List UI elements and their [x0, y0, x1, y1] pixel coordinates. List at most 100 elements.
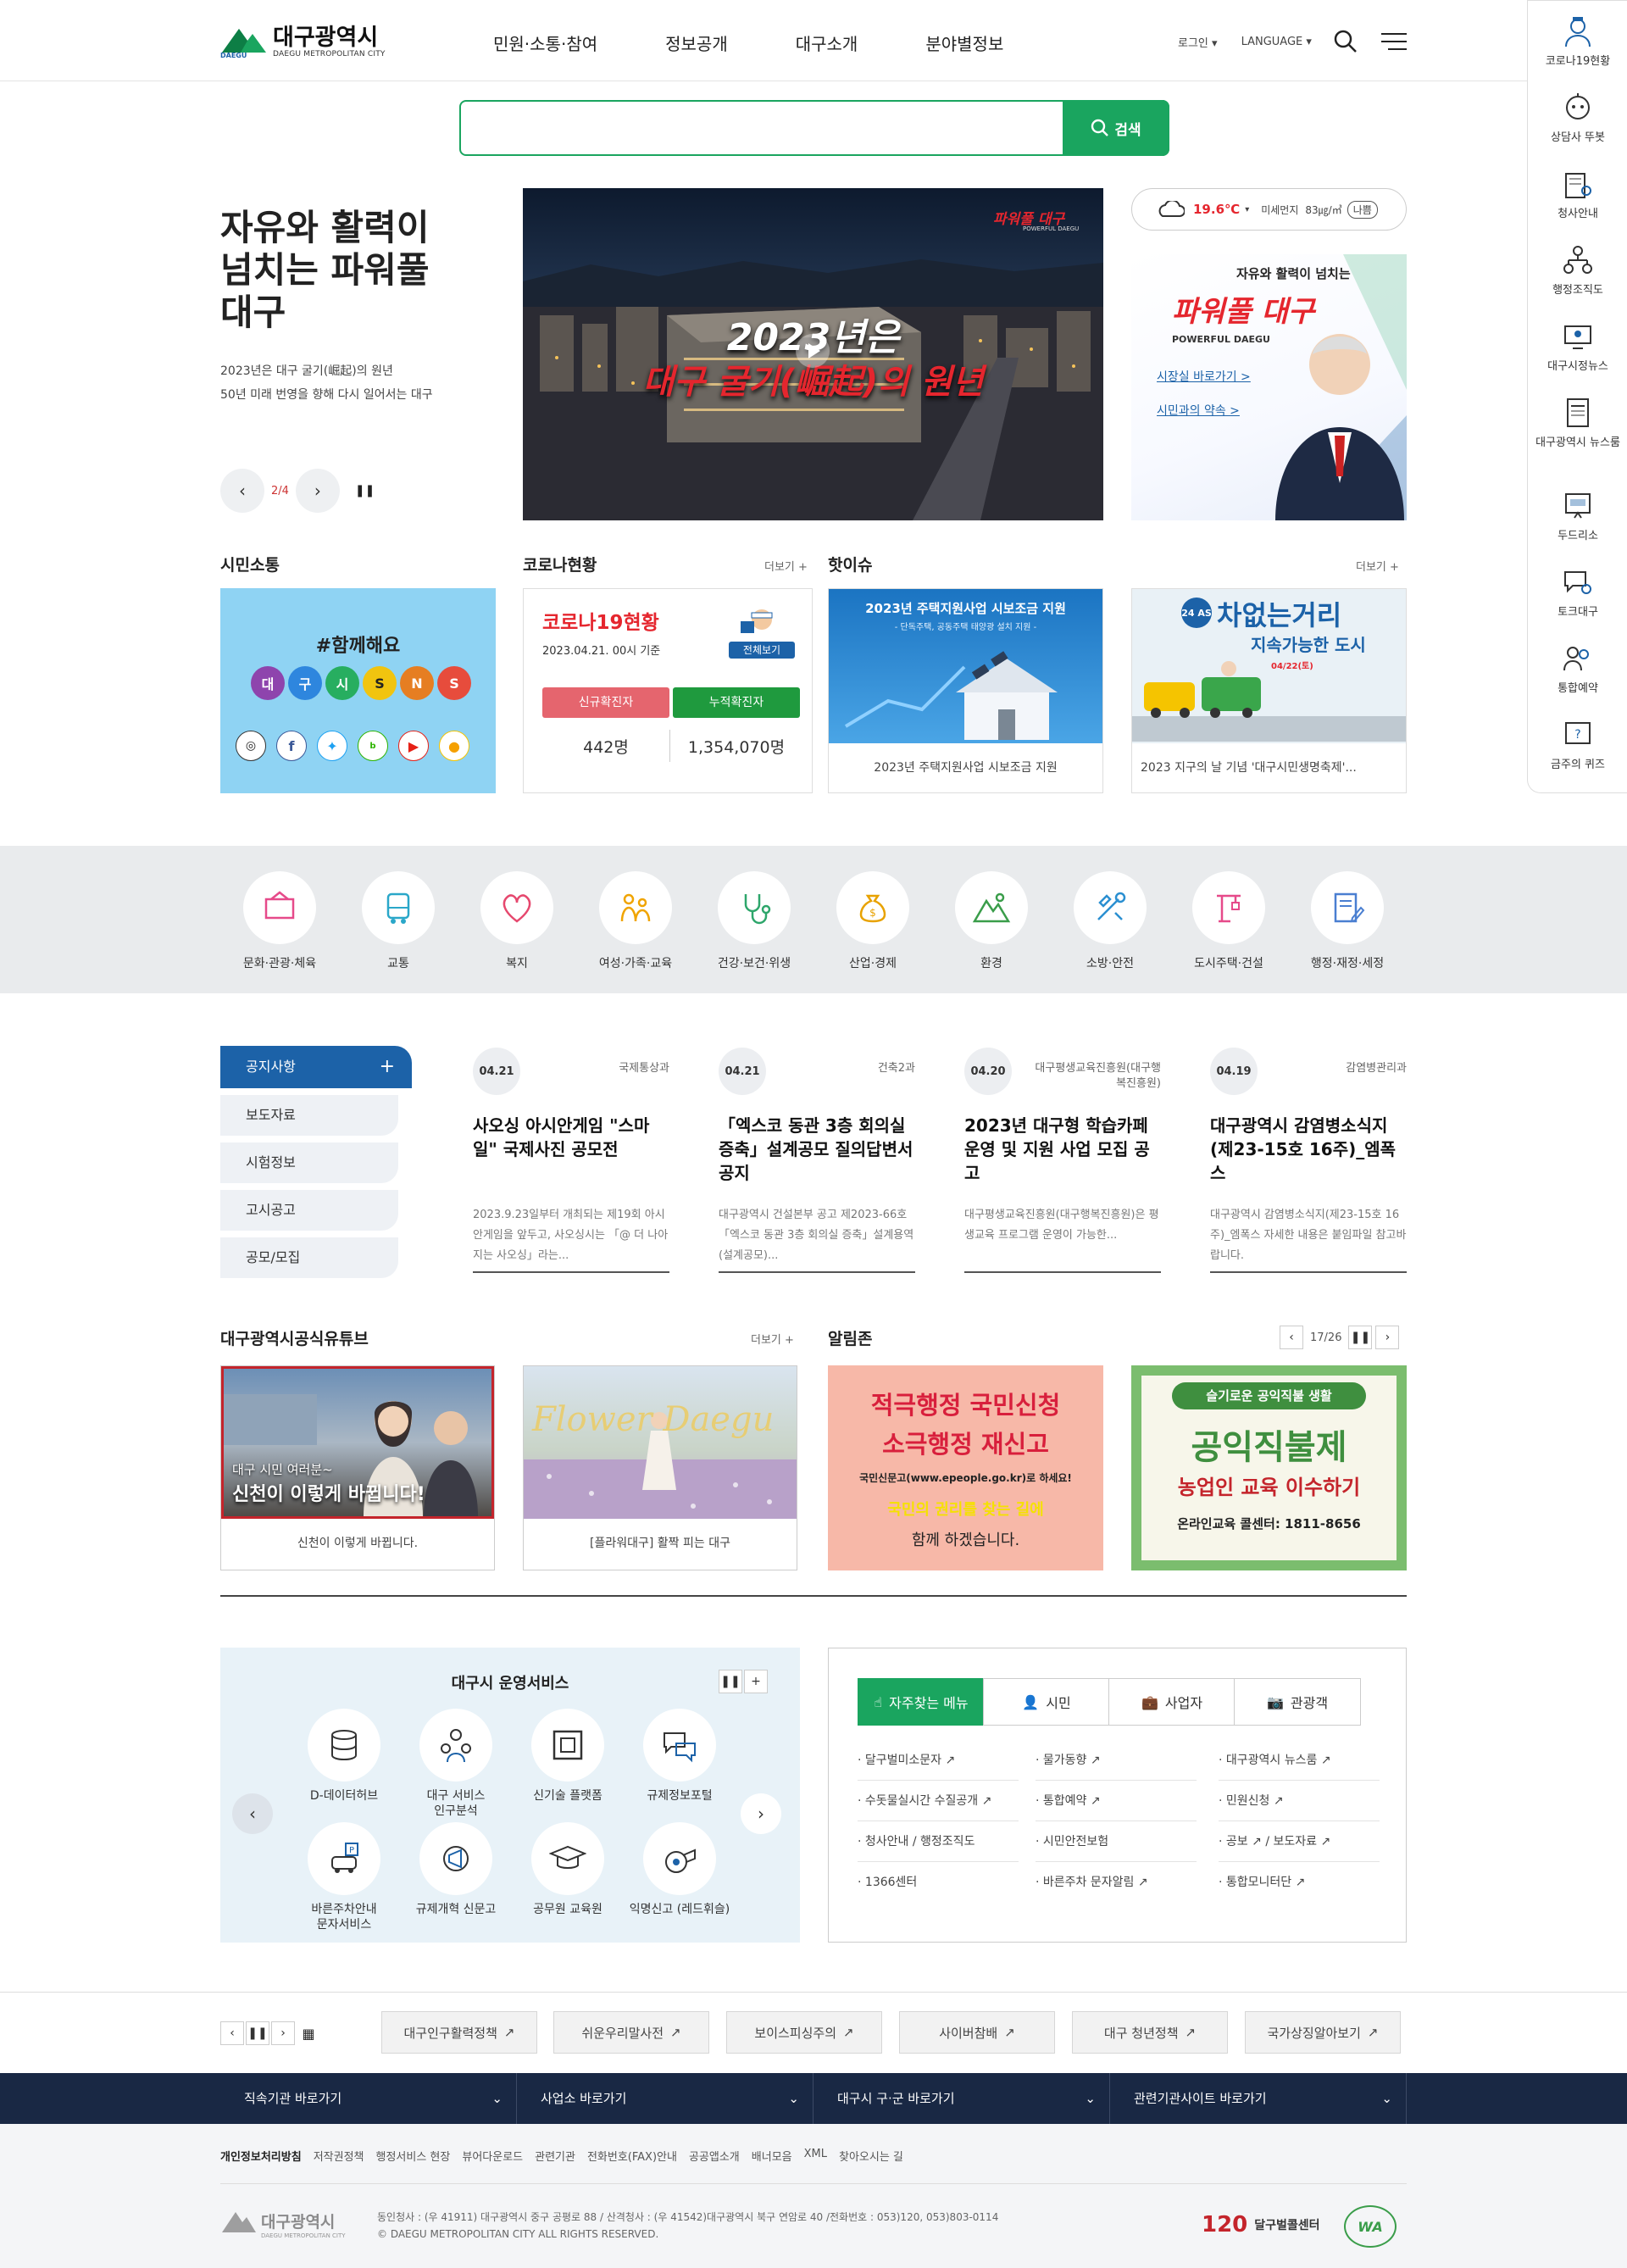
facebook-icon[interactable]: f	[276, 731, 307, 761]
ops-item[interactable]: 규제개혁 신문고	[405, 1822, 507, 1917]
notice-item[interactable]: 04.21 국제통상과 사오싱 아시안게임 "스마일" 국제사진 공모전 202…	[473, 1048, 669, 1273]
pause-icon[interactable]: ❚❚	[355, 484, 375, 498]
prev-button[interactable]: ‹	[220, 2021, 244, 2045]
ops-item[interactable]: 대구 서비스 인구분석	[405, 1709, 507, 1819]
tab-recruit[interactable]: 공모/모집	[220, 1237, 398, 1278]
category-admin[interactable]: 행정·재정·세정	[1288, 871, 1407, 971]
plus-icon[interactable]: +	[380, 1046, 395, 1088]
quick-item-org[interactable]: 행정조직도	[1528, 243, 1627, 297]
youtube-video-card[interactable]: Flower Daegu [플라워대구] 활짝 피는 대구	[523, 1365, 797, 1570]
category-safety[interactable]: 소방·안전	[1051, 871, 1169, 971]
category-transport[interactable]: 교통	[339, 871, 458, 971]
category-health[interactable]: 건강·보건·위생	[695, 871, 814, 971]
category-family[interactable]: 여성·가족·교육	[576, 871, 695, 971]
banner-link[interactable]: 쉬운우리말사전 ↗	[553, 2011, 709, 2054]
ops-item[interactable]: 익명신고 (레드휘슬)	[629, 1822, 730, 1917]
notice-item[interactable]: 04.21 건축2과 「엑스코 동관 3층 회의실 증축」설계공모 질의답변서 …	[719, 1048, 915, 1273]
search-button[interactable]: 검색	[1063, 100, 1169, 156]
weather-widget[interactable]: 19.6℃ ▾ 미세먼지 83㎍/㎥ 나쁨	[1131, 188, 1407, 231]
notice-item[interactable]: 04.19 감염병관리과 대구광역시 감염병소식지(제23-15호 16주)_엠…	[1210, 1048, 1407, 1273]
youtube-icon[interactable]: ▶	[398, 731, 429, 761]
hot-issue-card[interactable]: 차없는거리 지속가능한 도시 24 AS 04/22(토) 2023 지구의 날…	[1131, 588, 1407, 793]
site-select-district[interactable]: 대구시 구·군 바로가기 ⌄	[814, 2073, 1110, 2124]
fav-link[interactable]: · 청사안내 / 행정조직도	[858, 1821, 1019, 1862]
tab-tourist[interactable]: 📷 관광객	[1234, 1678, 1361, 1726]
banner-link[interactable]: 대구 청년정책 ↗	[1072, 2011, 1228, 2054]
footer-link[interactable]: XML	[804, 2148, 827, 2164]
hero-image[interactable]: 파워풀 대구 POWERFUL DAEGU 2023년은 대구 굴기(崛起)의 …	[523, 188, 1103, 520]
site-select-office[interactable]: 사업소 바로가기 ⌄	[517, 2073, 814, 2124]
tab-press[interactable]: 보도자료	[220, 1095, 398, 1136]
quick-item-chatbot[interactable]: 상담사 뚜봇	[1528, 91, 1627, 144]
next-button[interactable]: ›	[271, 2021, 295, 2045]
banner-link[interactable]: 대구인구활력정책 ↗	[381, 2011, 537, 2054]
category-culture[interactable]: 문화·관광·체육	[220, 871, 339, 971]
covid-all-button[interactable]: 전체보기	[729, 604, 795, 659]
footer-link[interactable]: 배너모음	[752, 2148, 792, 2164]
fav-link[interactable]: · 대구광역시 뉴스룸 ↗	[1219, 1740, 1380, 1781]
fav-link[interactable]: · 시민안전보험	[1036, 1821, 1197, 1862]
quick-item-covid[interactable]: 코로나19현황	[1528, 14, 1627, 68]
nav-item-civil[interactable]: 민원·소통·참여	[493, 31, 597, 55]
fav-link[interactable]: · 1366센터	[858, 1862, 1019, 1903]
citizen-sns-card[interactable]: #함께해요 대 구 시 S N S ◎ f ✦ b ▶ ●	[220, 588, 496, 793]
fav-link[interactable]: · 통합모니터단 ↗	[1219, 1862, 1380, 1903]
nav-item-about[interactable]: 대구소개	[796, 31, 858, 55]
footer-link[interactable]: 뷰어다운로드	[462, 2148, 523, 2164]
site-select-direct[interactable]: 직속기관 바로가기 ⌄	[220, 2073, 517, 2124]
tab-frequent[interactable]: ☝ 자주찾는 메뉴	[858, 1678, 985, 1726]
ops-item[interactable]: D-데이터허브	[293, 1709, 395, 1804]
fav-link[interactable]: · 달구벌미소문자 ↗	[858, 1740, 1019, 1781]
youtube-more-link[interactable]: 더보기 +	[751, 1331, 794, 1347]
next-button[interactable]: ›	[1375, 1326, 1400, 1349]
category-environment[interactable]: 환경	[932, 871, 1051, 971]
quick-item-newsroom[interactable]: 대구광역시 뉴스룸	[1528, 396, 1627, 449]
mayor-office-link[interactable]: 시장실 바로가기 >	[1157, 368, 1251, 385]
search-input[interactable]	[461, 102, 1054, 154]
notice-item[interactable]: 04.20 대구평생교육진흥원(대구행복진흥원) 2023년 대구형 학습카페 …	[964, 1048, 1161, 1273]
hot-issue-more-link[interactable]: 더보기 +	[1356, 558, 1399, 574]
footer-link[interactable]: 행정서비스 현장	[376, 2148, 451, 2164]
plus-button[interactable]: +	[744, 1670, 768, 1693]
nav-item-fields[interactable]: 분야별정보	[925, 31, 1003, 55]
mayor-promise-link[interactable]: 시민과의 약속 >	[1157, 402, 1240, 419]
play-icon[interactable]	[796, 334, 830, 368]
web-accessibility-mark[interactable]: WA	[1344, 2205, 1397, 2248]
fav-link[interactable]: · 공보 ↗ / 보도자료 ↗	[1219, 1821, 1380, 1862]
fav-link[interactable]: · 수돗물실시간 수질공개 ↗	[858, 1781, 1019, 1821]
fav-link[interactable]: · 물가동향 ↗	[1036, 1740, 1197, 1781]
kakao-icon[interactable]: ●	[439, 731, 469, 761]
banner-link[interactable]: 국가상징알아보기 ↗	[1245, 2011, 1401, 2054]
footer-link[interactable]: 찾아오시는 길	[839, 2148, 903, 2164]
ops-item[interactable]: 공무원 교육원	[517, 1822, 619, 1917]
fav-link-extra[interactable]: / 보도자료	[1265, 1835, 1317, 1848]
quick-item-talk[interactable]: 토크대구	[1528, 565, 1627, 619]
ops-item[interactable]: 신기술 플랫폼	[517, 1709, 619, 1804]
mayor-banner[interactable]: 자유와 활력이 넘치는 파워풀 대구 POWERFUL DAEGU 시장실 바로…	[1131, 254, 1407, 520]
category-economy[interactable]: $ 산업·경제	[814, 871, 932, 971]
next-slide-button[interactable]: ›	[295, 469, 340, 513]
grid-icon[interactable]: ▦	[297, 2021, 320, 2045]
hamburger-menu-icon[interactable]	[1381, 32, 1407, 51]
pause-button[interactable]: ❚❚	[719, 1670, 742, 1693]
footer-link[interactable]: 관련기관	[535, 2148, 575, 2164]
alarm-banner[interactable]: 슬기로운 공익직불 생활 공익직불제 농업인 교육 이수하기 온라인교육 콜센터…	[1131, 1365, 1407, 1570]
footer-link[interactable]: 저작권정책	[314, 2148, 364, 2164]
site-select-related[interactable]: 관련기관사이트 바로가기 ⌄	[1110, 2073, 1407, 2124]
category-urban[interactable]: 도시주택·건설	[1169, 871, 1288, 971]
blog-icon[interactable]: b	[358, 731, 388, 761]
footer-link[interactable]: 공공앱소개	[689, 2148, 740, 2164]
tab-notice[interactable]: 공지사항 +	[220, 1046, 412, 1088]
login-menu[interactable]: 로그인 ▾	[1178, 34, 1218, 50]
youtube-video-card[interactable]: 대구 시민 여러분~ 신천이 이렇게 바뀝니다! 신천이 이렇게 바뀝니다.	[220, 1365, 495, 1570]
quick-item-quiz[interactable]: ? 금주의 퀴즈	[1528, 718, 1627, 771]
twitter-icon[interactable]: ✦	[317, 731, 347, 761]
pause-button[interactable]: ❚❚	[246, 2021, 269, 2045]
quick-item-dudeuriso[interactable]: 두드리소	[1528, 489, 1627, 542]
quick-item-news[interactable]: 대구시정뉴스	[1528, 320, 1627, 373]
tab-business[interactable]: 💼 사업자	[1108, 1678, 1236, 1726]
tab-exam[interactable]: 시험정보	[220, 1142, 398, 1183]
quick-item-reservation[interactable]: 통합예약	[1528, 642, 1627, 695]
site-logo[interactable]: DAEGU 대구광역시 DAEGU METROPOLITAN CITY	[220, 24, 386, 61]
search-icon[interactable]	[1333, 29, 1358, 54]
